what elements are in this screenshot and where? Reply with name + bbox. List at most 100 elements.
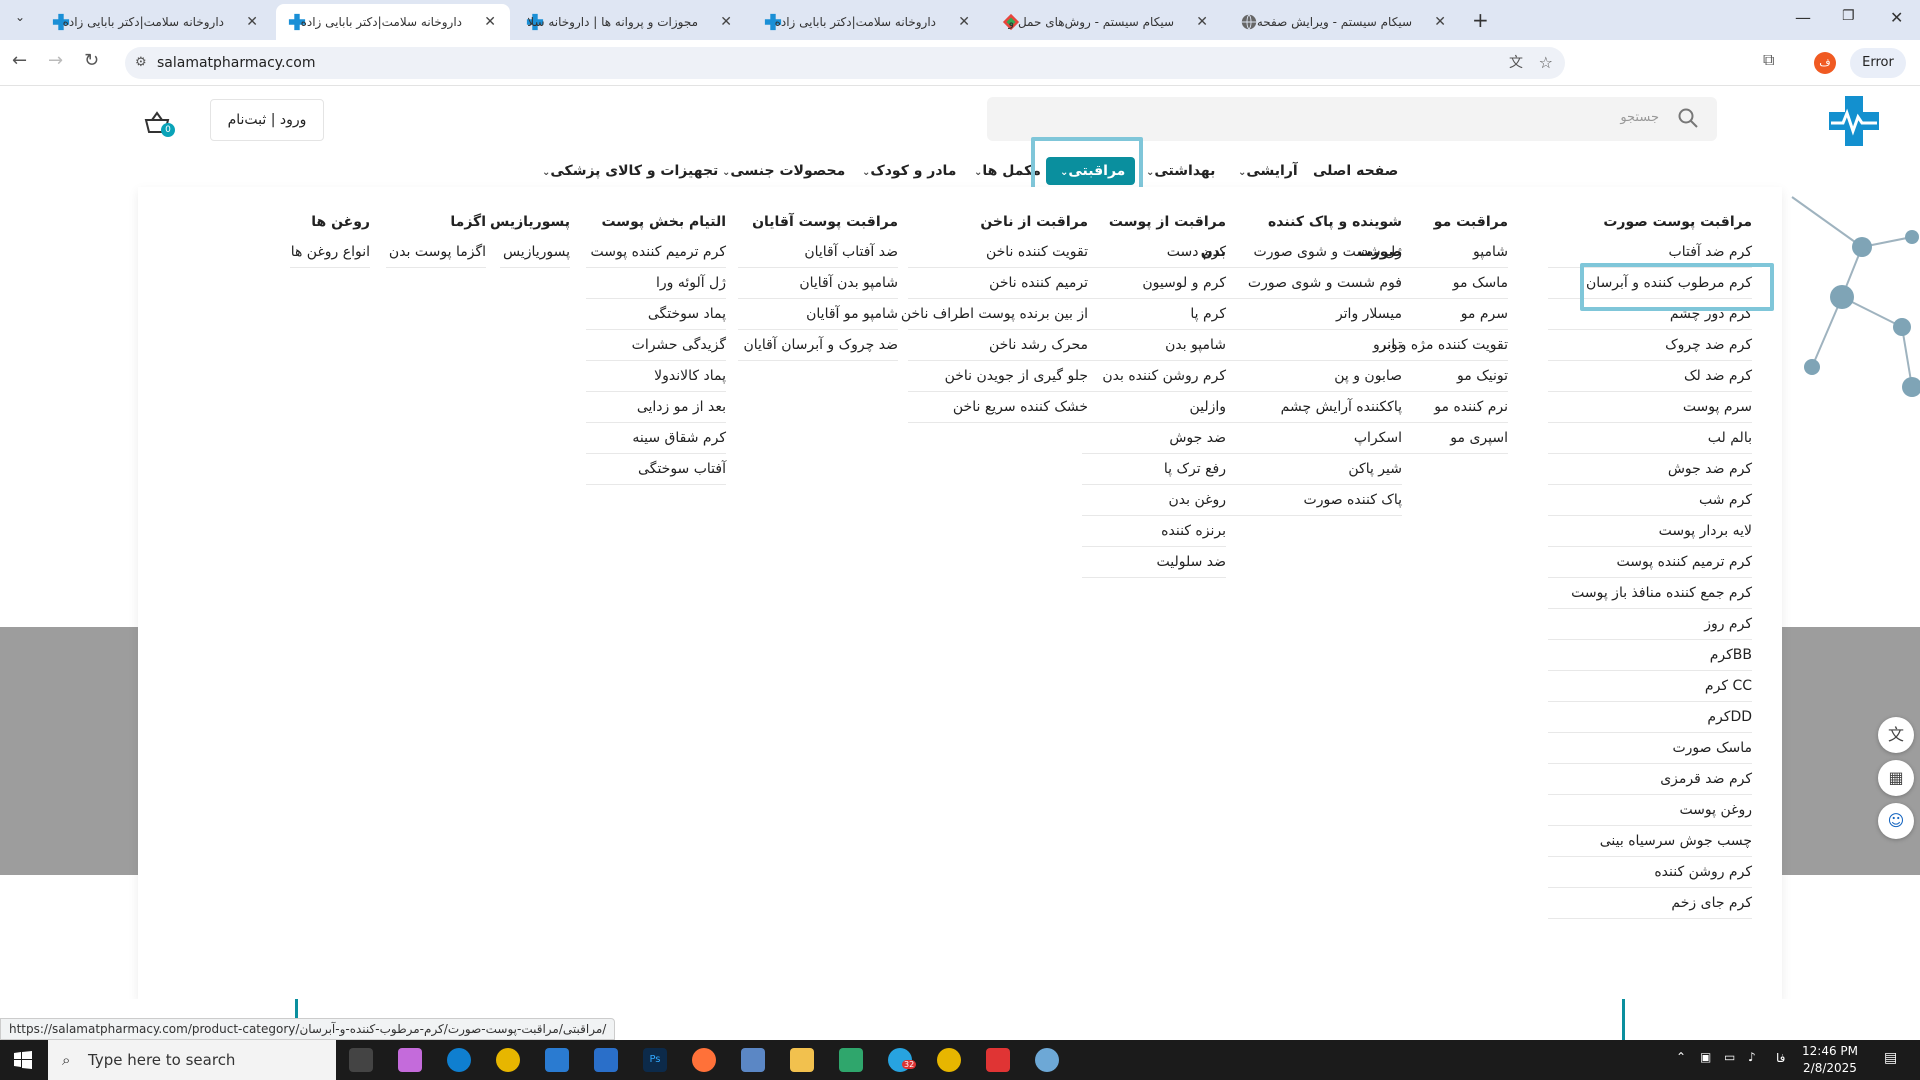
search-icon[interactable] <box>1677 107 1699 129</box>
menu-item[interactable]: پماد کالاندولا <box>586 361 726 392</box>
menu-item[interactable]: کرم پا <box>1082 299 1226 330</box>
windows-start-icon[interactable] <box>14 1051 32 1069</box>
menu-item[interactable]: روغن پوست <box>1548 795 1752 826</box>
menu-item[interactable]: کرم جای زخم <box>1548 888 1752 919</box>
browser-tab-active[interactable]: داروخانه سلامت|دکتر بابایی زاده ✕ <box>276 4 510 40</box>
menu-item[interactable]: چسب جوش سرسیاه بینی <box>1548 826 1752 857</box>
bookmark-star-icon[interactable]: ☆ <box>1539 47 1553 79</box>
menu-item[interactable]: کرم ترمیم کننده پوست <box>586 237 726 268</box>
tab-close-icon[interactable]: ✕ <box>958 14 970 30</box>
menu-item[interactable]: سرم پوست <box>1548 392 1752 423</box>
menu-item[interactable]: سرم مو <box>1402 299 1508 330</box>
nav-medical-equipment[interactable]: ⌄تجهیزات و کالای پزشکی <box>538 153 718 189</box>
pharmacy-logo[interactable] <box>1828 95 1880 147</box>
menu-item[interactable]: صابون و پن <box>1226 361 1402 392</box>
menu-item[interactable]: کرم و لوسیون <box>1082 268 1226 299</box>
telegram-icon[interactable]: 32 <box>888 1048 917 1072</box>
menu-item[interactable]: ضد آفتاب آقایان <box>738 237 898 268</box>
menu-item[interactable]: شامپو بدن آقایان <box>738 268 898 299</box>
menu-item[interactable]: کرم ضد لک <box>1548 361 1752 392</box>
menu-item[interactable]: شیر پاکن <box>1226 454 1402 485</box>
tab-close-icon[interactable]: ✕ <box>1196 14 1208 30</box>
tab-close-icon[interactable]: ✕ <box>720 14 732 30</box>
menu-item[interactable]: آفتاب سوختگی <box>586 454 726 485</box>
menu-column-title[interactable]: روغن ها <box>290 207 370 237</box>
menu-item[interactable]: DDکرم <box>1548 702 1752 733</box>
menu-item[interactable]: ترمیم کننده ناخن <box>908 268 1088 299</box>
menu-item[interactable]: تقویت کننده ناخن <box>908 237 1088 268</box>
login-register-button[interactable]: ورود | ثبت‌نام <box>210 99 324 141</box>
nav-sexual-products[interactable]: ⌄محصولات جنسی <box>718 153 845 189</box>
forward-button[interactable]: → <box>48 50 63 71</box>
tab-search-icon[interactable]: ⌄ <box>10 10 30 30</box>
close-window-button[interactable]: ✕ <box>1890 8 1903 27</box>
chrome-active-icon[interactable] <box>937 1048 961 1072</box>
menu-item[interactable]: BBکرم <box>1548 640 1752 671</box>
reload-button[interactable]: ↻ <box>84 50 99 71</box>
network-icon[interactable]: ▭ <box>1724 1050 1735 1064</box>
browser-tab[interactable]: مجوزات و پروانه ها | داروخانه سلا ✕ <box>514 4 746 40</box>
translate-widget-icon[interactable]: 文 <box>1878 717 1914 753</box>
menu-item[interactable]: شامپو <box>1402 237 1508 268</box>
menu-item[interactable]: ضد سلولیت <box>1082 547 1226 578</box>
menu-column-title[interactable]: التیام بخش پوست <box>586 207 726 237</box>
menu-item[interactable]: ماسک صورت <box>1548 733 1752 764</box>
menu-item[interactable]: کرم روشن کننده بدن <box>1082 361 1226 392</box>
app-icon[interactable] <box>741 1048 765 1072</box>
menu-item[interactable]: شامپو مو آقایان <box>738 299 898 330</box>
menu-column-title[interactable]: اگزما <box>386 207 486 237</box>
menu-column-title[interactable]: شوینده و پاک کننده صورت <box>1226 207 1402 260</box>
new-tab-button[interactable]: + <box>1472 8 1489 32</box>
tab-close-icon[interactable]: ✕ <box>484 14 496 30</box>
menu-item[interactable]: نرم کننده مو <box>1402 392 1508 423</box>
menu-item[interactable]: روغن بدن <box>1082 485 1226 516</box>
tray-chevron-icon[interactable]: ⌃ <box>1676 1050 1686 1064</box>
menu-item[interactable]: کرم ضد چروک <box>1548 330 1752 361</box>
menu-item[interactable]: فوم شست و شوی صورت <box>1226 268 1402 299</box>
tab-close-icon[interactable]: ✕ <box>246 14 258 30</box>
menu-item[interactable]: ضد چروک و آبرسان آقایان <box>738 330 898 361</box>
input-language[interactable]: فا <box>1776 1051 1785 1065</box>
menu-column-title[interactable]: مراقبت مو <box>1402 207 1508 237</box>
menu-item[interactable]: رفع ترک پا <box>1082 454 1226 485</box>
menu-item[interactable]: خشک کننده سریع ناخن <box>908 392 1088 423</box>
menu-item[interactable]: پاک کننده صورت <box>1226 485 1402 516</box>
apps-grid-icon[interactable]: ▦ <box>1878 760 1914 796</box>
menu-column-title[interactable]: مراقبت پوست آقایان <box>738 207 898 237</box>
chrome-icon[interactable] <box>496 1048 520 1072</box>
menu-item[interactable]: انواع روغن ها <box>290 237 370 268</box>
menu-item[interactable]: پماد سوختگی <box>586 299 726 330</box>
menu-item[interactable]: بعد از مو زدایی <box>586 392 726 423</box>
restore-button[interactable]: ❐ <box>1842 8 1855 24</box>
site-search[interactable]: جستجو <box>987 97 1717 141</box>
menu-item[interactable]: CC کرم <box>1548 671 1752 702</box>
menu-item[interactable]: جلو گیری از جویدن ناخن <box>908 361 1088 392</box>
menu-item[interactable]: بالم لب <box>1548 423 1752 454</box>
menu-item[interactable]: محرک رشد ناخن <box>908 330 1088 361</box>
back-button[interactable]: ← <box>12 50 27 71</box>
menu-item[interactable]: میسلار واتر <box>1226 299 1402 330</box>
menu-item[interactable]: پسوریازیس <box>500 237 570 268</box>
nav-hygiene[interactable]: ⌄بهداشتی <box>1142 153 1215 189</box>
browser-tab[interactable]: سیکام سیستم - ویرایش صفحه ✕ <box>1228 4 1460 40</box>
menu-item[interactable]: از بین برنده پوست اطراف ناخن <box>901 299 1088 330</box>
profile-error-button[interactable]: Error <box>1850 48 1906 78</box>
task-view-icon[interactable] <box>349 1048 373 1072</box>
menu-item[interactable]: تقویت کننده مژه و ابرو <box>1373 330 1508 361</box>
extensions-icon[interactable]: ⧉ <box>1763 50 1774 70</box>
photoshop-icon[interactable]: Ps <box>643 1048 667 1072</box>
menu-item[interactable]: گزیدگی حشرات <box>586 330 726 361</box>
menu-item[interactable]: کرم شب <box>1548 485 1752 516</box>
menu-item[interactable]: ژل شست و شوی صورت <box>1226 237 1402 268</box>
menu-item[interactable]: اسکراپ <box>1226 423 1402 454</box>
menu-item[interactable]: کرم ضد جوش <box>1548 454 1752 485</box>
copilot-icon[interactable] <box>398 1048 422 1072</box>
menu-column-title[interactable]: پسوریازیس <box>490 207 570 237</box>
menu-column-title[interactable]: مراقبت از ناخن <box>908 207 1088 237</box>
browser-tab[interactable]: سیکام سیستم - روش‌های حمل و ✕ <box>990 4 1222 40</box>
cart-button[interactable]: 0 <box>143 109 175 137</box>
menu-item[interactable]: وازلین <box>1082 392 1226 423</box>
store-icon[interactable] <box>594 1048 618 1072</box>
menu-item[interactable]: کرم ضد قرمزی <box>1548 764 1752 795</box>
browser-tab[interactable]: داروخانه سلامت|دکتر بابایی زاده ✕ <box>752 4 984 40</box>
